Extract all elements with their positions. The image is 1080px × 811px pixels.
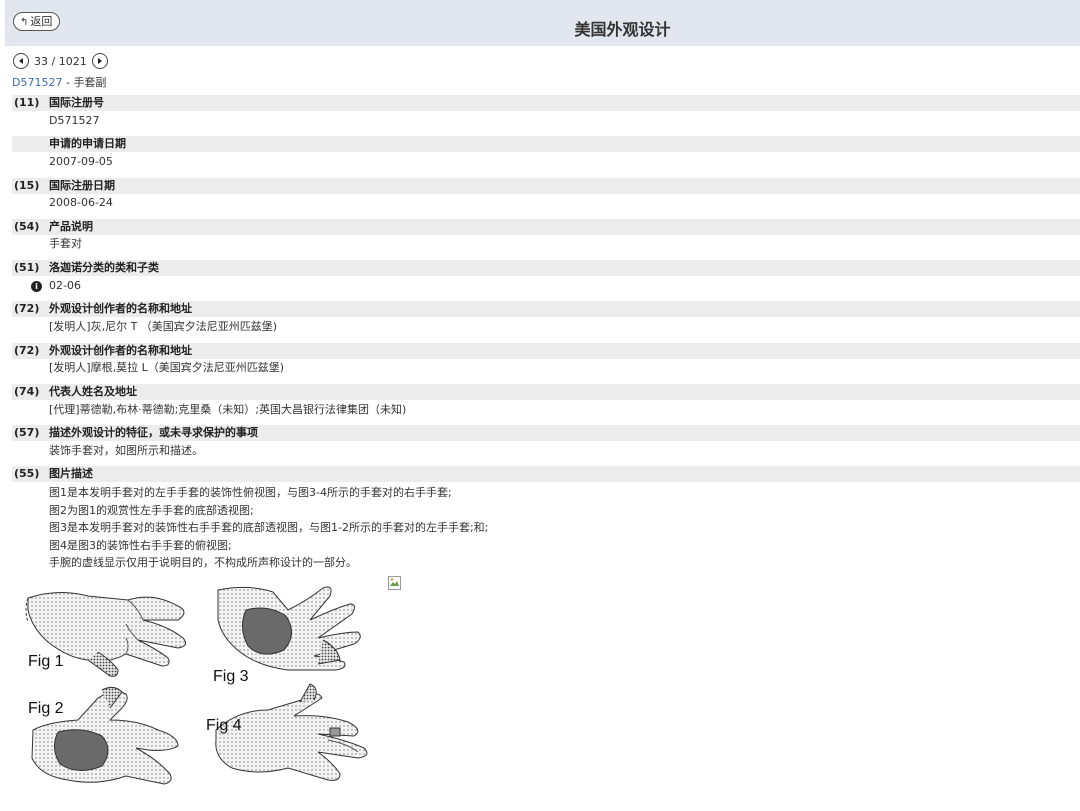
page-count: 33 / 1021: [34, 54, 87, 68]
doc-number-link[interactable]: D571527: [12, 76, 62, 89]
next-button[interactable]: [91, 53, 108, 69]
section-label: 国际注册日期: [49, 179, 115, 192]
section-code: (54): [14, 220, 40, 233]
section-header-figure-description: (55) 图片描述: [12, 466, 1080, 482]
glove-figures-drawing: Fig 1 Fig 3 Fig 2 Fig 4: [25, 586, 368, 785]
section-header-product-description: (54) 产品说明: [12, 219, 1080, 235]
header-bar: ↰ 返回 美国外观设计: [5, 0, 1080, 46]
section-code: (11): [14, 96, 40, 109]
section-label: 外观设计创作者的名称和地址: [49, 302, 192, 315]
section-code: (55): [14, 467, 40, 480]
section-value: 装饰手套对，如图所示和描述。: [49, 444, 203, 457]
section-code: (15): [14, 179, 40, 192]
section-value: [代理]蒂德勒,布林·蒂德勒;克里桑（未知）;英国大昌银行法律集团（未知): [49, 403, 407, 416]
figure-description-list: 图1是本发明手套对的左手手套的装饰性俯视图，与图3-4所示的手套对的右手手套; …: [49, 484, 488, 572]
section-value: [发明人]摩根,莫拉 L（美国宾夕法尼亚州匹兹堡): [49, 361, 284, 374]
figure-description-line: 图1是本发明手套对的左手手套的装饰性俯视图，与图3-4所示的手套对的右手手套;: [49, 486, 452, 499]
section-code: (51): [14, 261, 40, 274]
section-value: 2008-06-24: [49, 196, 113, 209]
info-icon[interactable]: i: [31, 281, 42, 292]
section-label: 产品说明: [49, 220, 93, 233]
section-label: 申请的申请日期: [49, 137, 126, 150]
section-value: 02-06: [49, 279, 81, 292]
doc-title-line: D571527 - 手套副: [12, 74, 106, 90]
glove-fig3: [217, 586, 361, 671]
doc-name: 手套副: [73, 76, 107, 89]
figure-description-line: 图4是图3的装饰性右手手套的俯视图;: [49, 538, 232, 552]
section-label: 图片描述: [49, 467, 93, 480]
section-value: [发明人]灰,尼尔 T （美国宾夕法尼亚州匹兹堡): [49, 320, 278, 333]
fig4-label: Fig 4: [206, 717, 242, 734]
section-label: 代表人姓名及地址: [49, 385, 137, 398]
section-label: 洛迦诺分类的类和子类: [49, 261, 159, 274]
design-figure-image: Fig 1 Fig 3 Fig 2 Fig 4: [18, 580, 388, 802]
section-header-application-date: 申请的申请日期: [12, 136, 1080, 152]
doc-separator: -: [62, 76, 74, 89]
section-label: 外观设计创作者的名称和地址: [49, 344, 192, 357]
section-label: 国际注册号: [49, 96, 104, 109]
page-title: 美国外观设计: [574, 20, 671, 39]
section-header-registration-date: (15) 国际注册日期: [12, 178, 1080, 194]
fig2-label: Fig 2: [28, 700, 64, 717]
section-value: 手套对: [49, 237, 82, 250]
fig3-label: Fig 3: [213, 668, 249, 685]
section-code: (72): [14, 344, 40, 357]
prev-button[interactable]: [13, 53, 29, 69]
section-value: D571527: [49, 114, 100, 127]
prev-circle-icon: [19, 58, 23, 64]
section-code: (57): [14, 426, 40, 439]
fig1-label: Fig 1: [28, 653, 64, 670]
section-header-designer-1: (72) 外观设计创作者的名称和地址: [12, 301, 1080, 317]
figure-description-line: 图3是本发明手套对的装饰性右手手套的底部透视图，与图1-2所示的手套对的左手手套…: [49, 521, 489, 535]
section-value: 2007-09-05: [49, 155, 113, 168]
section-code: (74): [14, 385, 40, 398]
pager: 33 / 1021: [13, 52, 108, 70]
section-header-locarno-class: (51) 洛迦诺分类的类和子类: [12, 260, 1080, 276]
figure-description-line: 图2为图1的观赏性左手手套的底部透视图;: [49, 503, 254, 517]
section-header-features: (57) 描述外观设计的特征，或未寻求保护的事项: [12, 425, 1080, 441]
section-header-international-reg-number: (11) 国际注册号: [12, 95, 1080, 111]
section-label: 描述外观设计的特征，或未寻求保护的事项: [49, 426, 258, 439]
section-header-representative: (74) 代表人姓名及地址: [12, 384, 1080, 400]
figure-description-line: 手腕的虚线显示仅用于说明目的，不构成所声称设计的一部分。: [49, 556, 357, 570]
section-code: (72): [14, 302, 40, 315]
next-circle-icon: [97, 58, 102, 64]
section-header-designer-2: (72) 外观设计创作者的名称和地址: [12, 343, 1080, 359]
broken-image-icon: [388, 576, 401, 590]
